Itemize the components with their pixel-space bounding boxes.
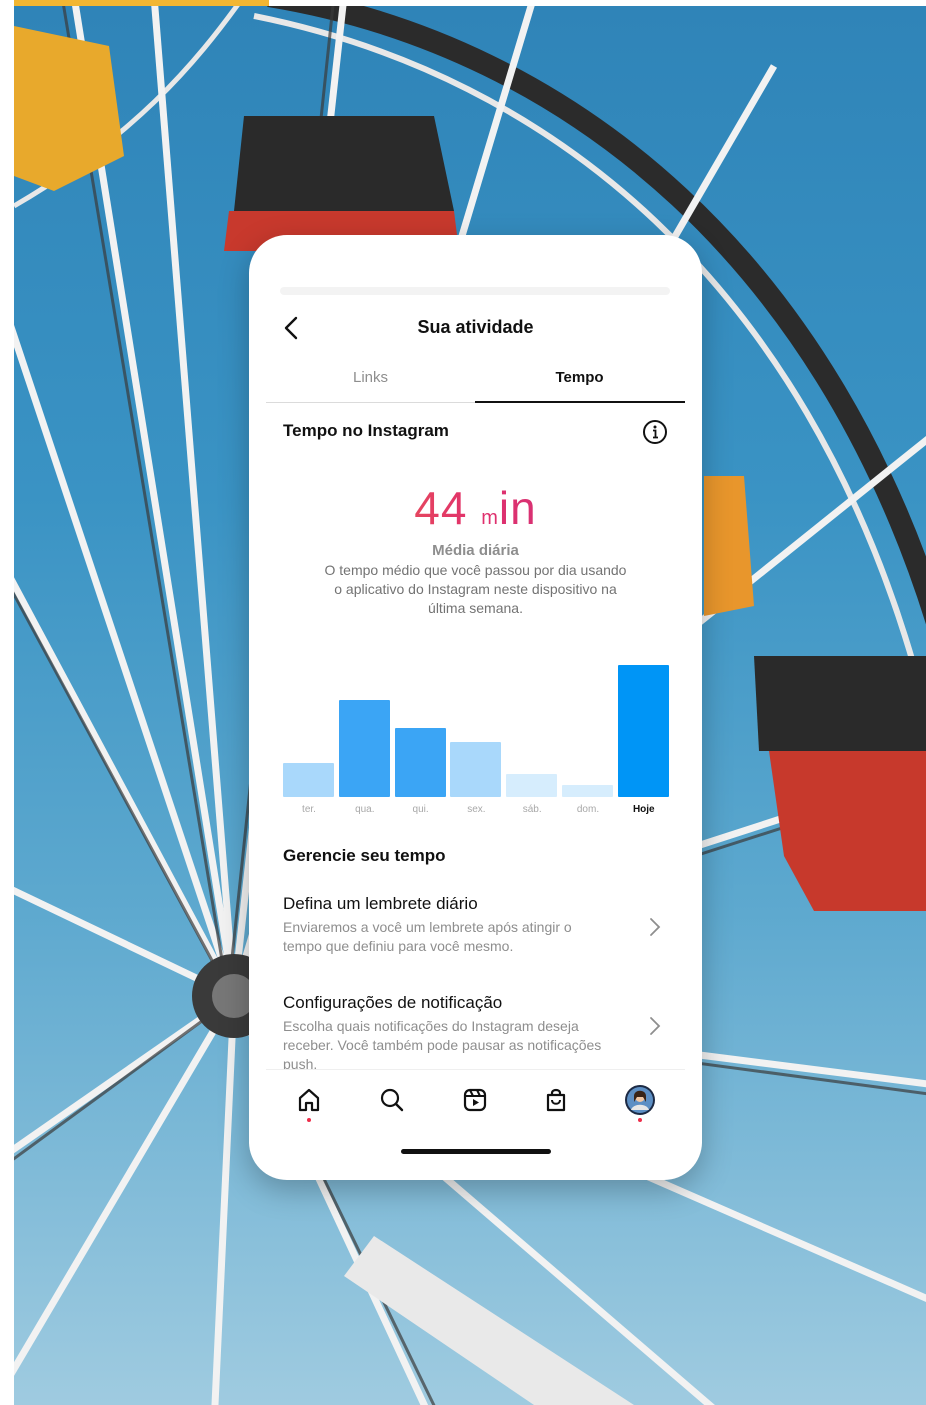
home-notification-dot: [307, 1118, 311, 1122]
nav-profile[interactable]: [622, 1082, 658, 1118]
time-section-heading: Tempo no Instagram: [283, 421, 449, 440]
daily-average-value: 44 min: [249, 482, 702, 544]
average-label: Média diária: [432, 542, 519, 559]
tab-active-indicator: [475, 401, 685, 403]
search-icon: [380, 1088, 404, 1112]
manage-section-heading: Gerencie seu tempo: [283, 846, 446, 865]
daily-reminder-title: Defina um lembrete diário: [283, 894, 478, 913]
time-suffix: in: [498, 482, 537, 534]
daily-reminder-row[interactable]: Defina um lembrete diário Enviaremos a v…: [283, 893, 668, 956]
chart-bar: [283, 763, 334, 797]
home-icon: [298, 1088, 320, 1112]
usage-bar-chart: ter. qua. qui. sex. sáb. dom. Hoje: [283, 645, 669, 815]
time-unit: m: [481, 507, 499, 529]
notification-settings-row[interactable]: Configurações de notificação Escolha qua…: [283, 992, 668, 1069]
reels-icon: [463, 1088, 487, 1112]
tab-links[interactable]: Links: [266, 363, 475, 403]
chart-day-label: qua.: [355, 804, 375, 815]
chevron-right-icon: [650, 918, 661, 936]
notification-settings-description: Escolha quais notificações do Instagram …: [283, 1018, 602, 1069]
bottom-nav: [266, 1069, 685, 1129]
chart-bar: [562, 784, 613, 797]
chart-bar: [394, 728, 446, 797]
notification-settings-title: Configurações de notificação: [283, 993, 503, 1012]
time-number: 44: [414, 482, 468, 534]
nav-shop[interactable]: [538, 1082, 574, 1118]
home-indicator: [401, 1149, 551, 1154]
chart-day-label: sex.: [467, 804, 486, 815]
nav-home[interactable]: [291, 1082, 327, 1118]
shop-icon: [546, 1088, 566, 1112]
phone-screen: Sua atividade Links Tempo Tempo no Insta…: [249, 235, 702, 1180]
chevron-right-icon: [650, 1017, 661, 1035]
chart-day-label: sáb.: [522, 804, 542, 815]
chart-day-label: qui.: [412, 804, 429, 815]
scroll-fade: [280, 287, 670, 295]
info-icon: [643, 420, 667, 444]
tab-bar: Links Tempo: [266, 363, 685, 403]
app-header: Sua atividade: [266, 307, 685, 349]
chart-day-label: Hoje: [632, 804, 655, 815]
profile-avatar: [625, 1085, 655, 1115]
info-button[interactable]: [642, 419, 668, 445]
chart-bar: [338, 699, 390, 797]
profile-notification-dot: [638, 1118, 642, 1122]
chart-day-label: ter.: [302, 804, 316, 815]
chart-day-label: dom.: [576, 804, 600, 815]
average-description: O tempo médio que você passou por dia us…: [324, 562, 627, 616]
page-title: Sua atividade: [417, 317, 534, 337]
chart-bar: [617, 664, 669, 797]
nav-search[interactable]: [374, 1082, 410, 1118]
tab-tempo[interactable]: Tempo: [475, 363, 684, 403]
daily-reminder-description: Enviaremos a você um lembrete após ating…: [283, 919, 572, 954]
chart-bar: [506, 774, 558, 797]
chart-bar: [450, 741, 502, 797]
nav-reels[interactable]: [457, 1082, 493, 1118]
